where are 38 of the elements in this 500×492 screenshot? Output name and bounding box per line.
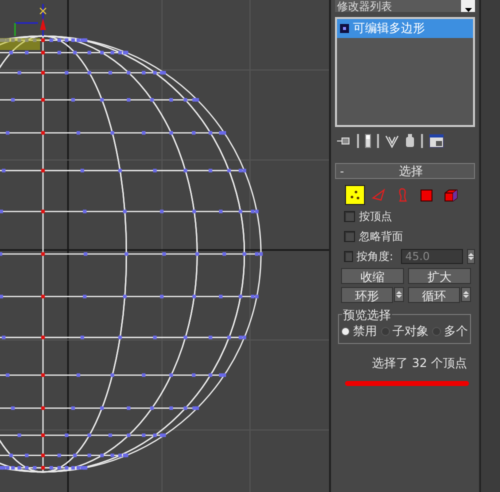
transform-gizmo-icon[interactable] [14, 4, 47, 36]
selection-button[interactable]: 扩大 [408, 268, 471, 284]
modifier-stack-item[interactable]: 可编辑多边形 [337, 19, 473, 38]
radio-label: 禁用 [353, 323, 377, 340]
spinner-arrows-icon [463, 290, 469, 299]
show-end-result-icon[interactable] [365, 134, 371, 148]
spinner-control[interactable] [394, 287, 404, 302]
spinner-arrows-icon [468, 252, 474, 261]
dropdown-arrow-icon [464, 8, 472, 12]
selection-button[interactable]: 环形 [341, 287, 393, 303]
checkbox[interactable] [344, 211, 355, 222]
radio-label: 多个 [444, 323, 468, 340]
checkbox-label: 按顶点 [359, 209, 392, 224]
checkbox-label: 按角度: [356, 249, 394, 264]
spinner-arrows-icon [396, 290, 402, 299]
radio-label: 子对象 [392, 323, 428, 340]
selection-rollout-header[interactable]: - 选择 [335, 163, 475, 179]
checkbox-label: 忽略背面 [359, 229, 403, 244]
modifier-list-dropdown[interactable]: 修改器列表 [335, 0, 475, 12]
radio-button[interactable] [380, 327, 390, 336]
modifier-icon [340, 24, 349, 33]
configure-icon[interactable] [429, 134, 444, 148]
spinner-control[interactable] [461, 287, 471, 302]
spinner-control[interactable] [467, 249, 475, 264]
radio-button[interactable] [341, 327, 350, 336]
group-title: 预览选择 [342, 307, 392, 324]
selection-button[interactable]: 收缩 [341, 268, 404, 284]
rollout-title: 选择 [398, 162, 424, 180]
selection-button[interactable]: 循环 [408, 287, 460, 303]
vertex-level-button[interactable] [345, 185, 365, 205]
checkbox[interactable] [344, 231, 355, 242]
checkbox[interactable] [344, 251, 353, 262]
pin-stack-icon[interactable] [337, 136, 351, 146]
radio-button[interactable] [432, 327, 441, 336]
angle-input-field[interactable]: 45.0 [401, 249, 463, 264]
collapse-sign[interactable]: - [340, 164, 352, 178]
selection-status-text: 选择了 32 个顶点 [371, 355, 468, 372]
make-unique-icon[interactable] [385, 134, 399, 148]
